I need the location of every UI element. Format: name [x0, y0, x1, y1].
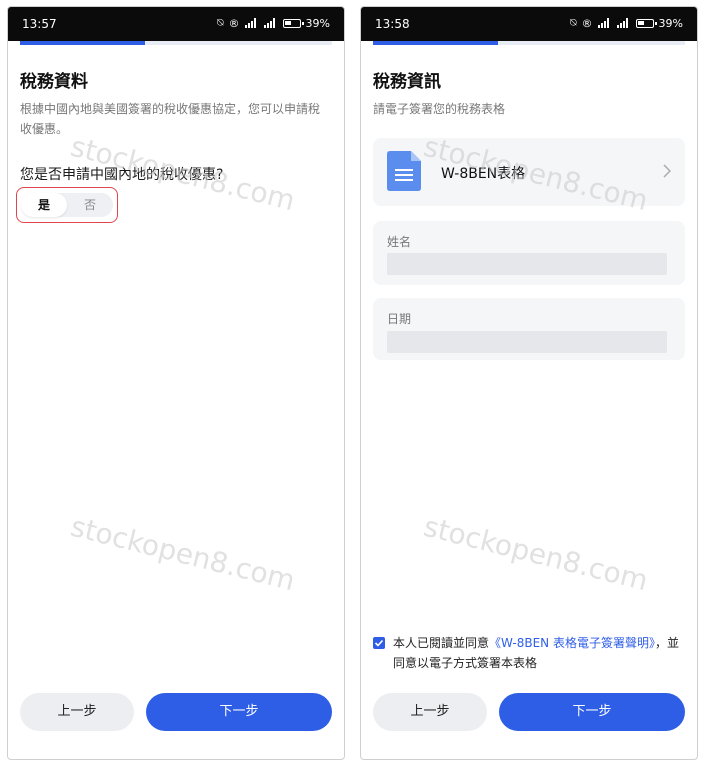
consent-text-pre: 本人已閱讀並同意 — [393, 636, 490, 650]
status-bar: 13:57 ⍉ ® 39% — [8, 7, 344, 41]
consent-checkbox[interactable] — [373, 637, 385, 649]
page-subtitle: 根據中國內地與美國簽署的稅收優惠協定，您可以申請稅收優惠。 — [20, 102, 321, 136]
consent-text: 本人已閱讀並同意《W-8BEN 表格電子簽署聲明》，並同意以電子方式簽署本表格 — [393, 633, 681, 673]
prev-step-button[interactable]: 上一步 — [373, 693, 487, 731]
battery-percent: 39% — [305, 16, 330, 30]
status-icons: ⍉ ® 39% — [570, 16, 683, 30]
status-bar: 13:58 ⍉ ® 39% — [361, 7, 697, 41]
page-title: 稅務資訊 — [373, 72, 441, 92]
right-phone-screen: 13:58 ⍉ ® 39% 稅務資訊 請電子簽署您的稅務表格 W-8BEN表格 … — [360, 6, 698, 760]
progress-bar — [20, 41, 332, 45]
signal-5g-icon — [244, 18, 259, 28]
w8ben-document-card[interactable]: W-8BEN表格 — [373, 138, 685, 206]
prev-step-button[interactable]: 上一步 — [20, 693, 134, 731]
toggle-option-no[interactable]: 否 — [67, 193, 113, 217]
document-icon — [387, 151, 421, 191]
signal-5g-icon — [597, 18, 612, 28]
page-subtitle: 請電子簽署您的稅務表格 — [373, 102, 506, 116]
alarm-off-icon: ⍉ — [569, 16, 577, 29]
next-step-button[interactable]: 下一步 — [499, 693, 685, 731]
yes-no-toggle[interactable]: 是 否 — [21, 193, 113, 217]
consent-statement: 本人已閱讀並同意《W-8BEN 表格電子簽署聲明》，並同意以電子方式簽署本表格 — [373, 633, 681, 673]
registered-icon: ® — [228, 16, 240, 30]
progress-fill — [373, 41, 498, 45]
battery-icon — [635, 18, 657, 28]
toggle-option-yes[interactable]: 是 — [21, 193, 67, 217]
name-label: 姓名 — [387, 235, 412, 249]
status-time: 13:57 — [22, 17, 57, 31]
status-icons: ⍉ ® 39% — [217, 16, 330, 30]
left-phone-screen: 13:57 ⍉ ® 39% 稅務資料 根據中國內地與美國簽署的稅收優惠協定，您可… — [7, 6, 345, 760]
battery-icon — [282, 18, 304, 28]
watermark: stockopen8.com — [67, 509, 299, 598]
name-field-card: 姓名 — [373, 221, 685, 285]
name-input[interactable] — [387, 253, 667, 275]
alarm-off-icon: ⍉ — [216, 16, 224, 29]
status-time: 13:58 — [375, 17, 410, 31]
date-field-card: 日期 — [373, 298, 685, 360]
date-input[interactable] — [387, 331, 667, 353]
date-label: 日期 — [387, 312, 412, 326]
tax-benefit-question: 您是否申請中國內地的稅收優惠? — [20, 167, 224, 183]
battery-percent: 39% — [658, 16, 683, 30]
progress-bar — [373, 41, 685, 45]
check-icon — [374, 639, 384, 647]
progress-fill — [20, 41, 145, 45]
next-step-button[interactable]: 下一步 — [146, 693, 332, 731]
page-title: 稅務資料 — [20, 72, 88, 92]
signal-4g-icon — [616, 18, 631, 28]
watermark: stockopen8.com — [420, 509, 652, 598]
signal-4g-icon — [263, 18, 278, 28]
document-name: W-8BEN表格 — [441, 166, 526, 182]
chevron-right-icon — [663, 164, 671, 178]
registered-icon: ® — [581, 16, 593, 30]
w8ben-declaration-link[interactable]: 《W-8BEN 表格電子簽署聲明》 — [489, 636, 655, 650]
